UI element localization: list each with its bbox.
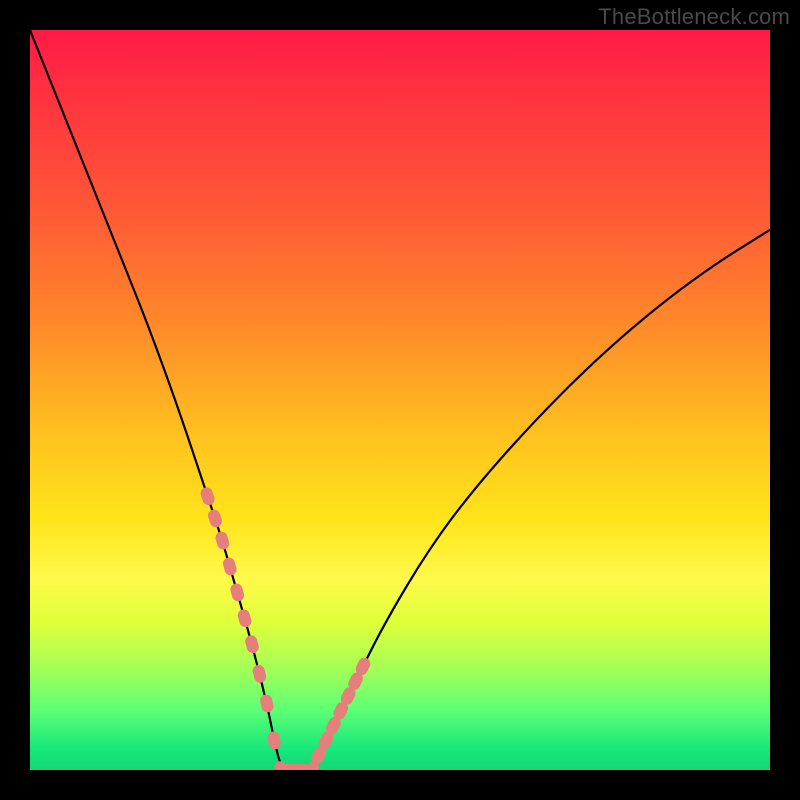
watermark-text: TheBottleneck.com: [598, 4, 790, 30]
curve-marker: [251, 664, 267, 684]
curve-marker: [214, 530, 231, 551]
curve-marker: [199, 486, 216, 507]
curve-path: [30, 30, 770, 770]
curve-marker: [236, 608, 252, 629]
curve-marker: [259, 693, 275, 713]
marker-group: [199, 486, 372, 770]
plot-area: [30, 30, 770, 770]
chart-frame: TheBottleneck.com: [0, 0, 800, 800]
curve-marker: [206, 508, 223, 529]
curve-marker: [244, 634, 260, 654]
bottleneck-curve: [30, 30, 770, 770]
curve-marker: [222, 556, 238, 577]
curve-marker: [229, 582, 245, 603]
curve-marker: [266, 730, 282, 750]
curve-layer: [30, 30, 770, 770]
